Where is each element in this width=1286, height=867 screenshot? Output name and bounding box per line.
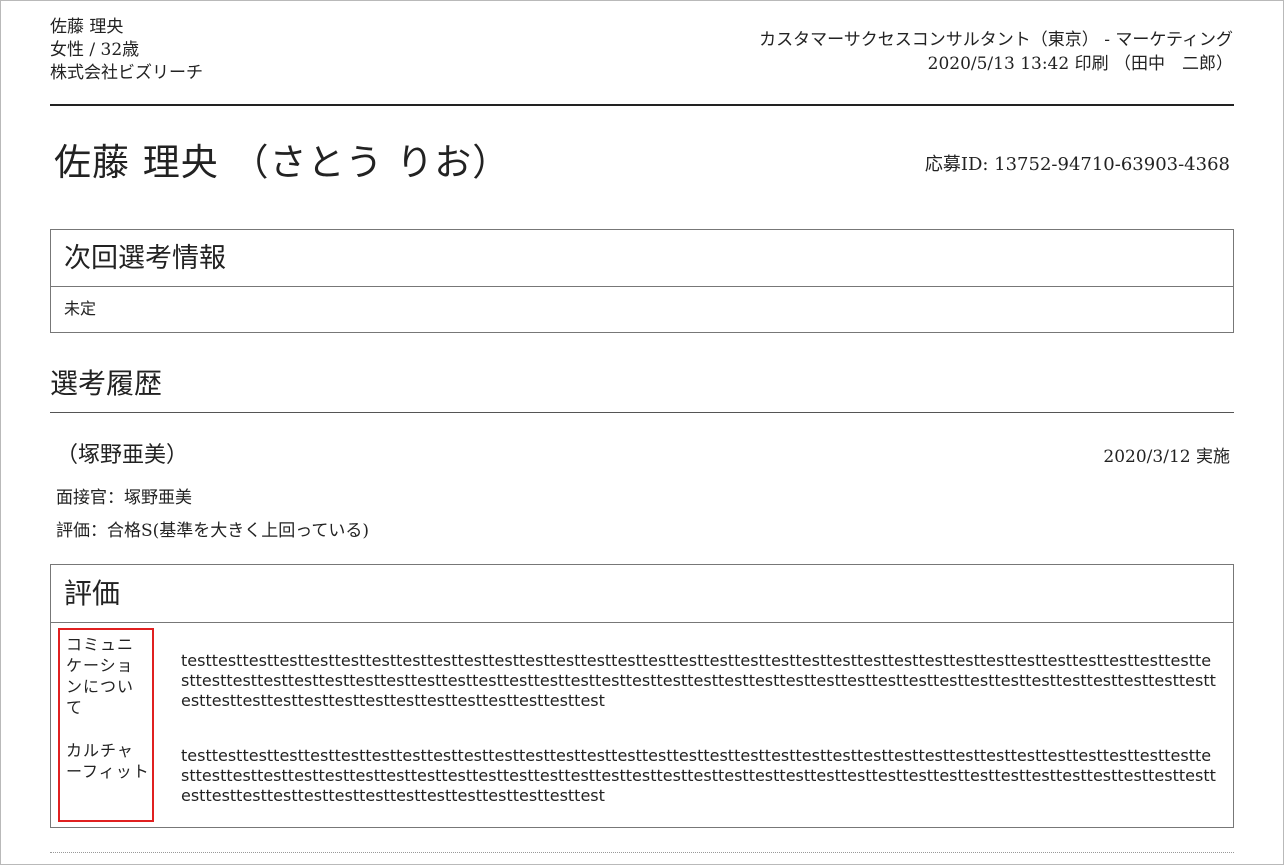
next-selection-panel: 次回選考情報 未定 — [50, 229, 1234, 333]
header-position: カスタマーサクセスコンサルタント（東京） - マーケティング — [759, 30, 1233, 50]
header-gender-age: 女性 / 32歳 — [50, 40, 140, 60]
printed-candidate-report: 佐藤 理央 女性 / 32歳 株式会社ビズリーチ カスタマーサクセスコンサルタン… — [0, 0, 1284, 865]
candidate-full-name: 佐藤 理央 （さとう りお） — [54, 141, 511, 184]
application-id: 応募ID: 13752-94710-63903-4368 — [924, 154, 1230, 175]
next-selection-value: 未定 — [64, 299, 97, 318]
history-entry-name: （塚野亜美） — [56, 443, 189, 468]
header-candidate-name: 佐藤 理央 — [50, 17, 124, 37]
history-divider — [50, 412, 1234, 413]
header-job-info: カスタマーサクセスコンサルタント（東京） - マーケティング 2020/5/13… — [759, 28, 1233, 76]
evaluation-category-communication: コミュニケーションについて — [66, 635, 135, 717]
evaluation-panel: 評価 コミュニケーションについて testtesttesttesttesttes… — [50, 564, 1234, 828]
history-entry-date: 2020/3/12 実施 — [1103, 447, 1230, 467]
history-section-title: 選考履歴 — [50, 367, 163, 400]
header-company: 株式会社ビズリーチ — [50, 63, 203, 83]
history-entry-rating: 評価：合格S(基準を大きく上回っている) — [56, 521, 370, 541]
evaluation-title: 評価 — [51, 565, 1233, 623]
header-divider — [50, 104, 1234, 106]
history-entry-interviewer: 面接官：塚野亜美 — [56, 488, 192, 508]
next-selection-title: 次回選考情報 — [51, 230, 1233, 287]
header-candidate-info: 佐藤 理央 女性 / 32歳 株式会社ビズリーチ — [50, 16, 203, 85]
page-end-divider — [50, 852, 1234, 853]
evaluation-category-culture-fit: カルチャーフィット — [66, 741, 150, 781]
header-print-info: 2020/5/13 13:42 印刷 （田中 二郎） — [927, 54, 1233, 74]
evaluation-text-communication: testtesttesttesttesttesttesttesttesttest… — [181, 651, 1216, 710]
evaluation-text-culture-fit: testtesttesttesttesttesttesttesttesttest… — [181, 746, 1216, 805]
